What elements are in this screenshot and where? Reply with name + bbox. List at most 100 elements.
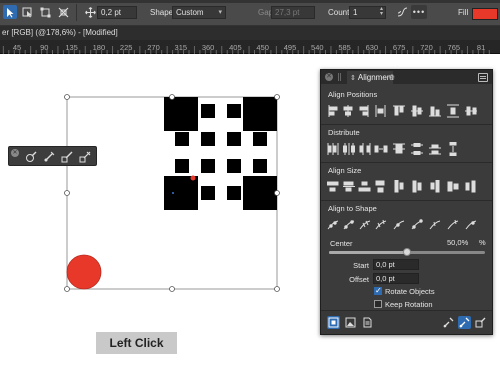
distribute-left-icon xyxy=(327,143,339,155)
shape-label: Shape xyxy=(150,8,174,17)
brush-settings-icon[interactable] xyxy=(442,316,455,329)
align-middle-icon xyxy=(411,105,423,117)
shape-align-3-icon xyxy=(359,220,371,230)
shape-align-1-icon xyxy=(327,220,339,230)
ruler-tick-label: 135 xyxy=(65,43,78,52)
red-circle[interactable] xyxy=(66,254,102,290)
align-to-shape-row xyxy=(327,218,487,232)
checker-pattern[interactable] xyxy=(164,97,277,210)
ruler-tick-label: 315 xyxy=(174,43,188,52)
ruler-tick-label: 270 xyxy=(147,43,160,52)
size-height-alt-icon xyxy=(465,180,476,193)
anchor-point xyxy=(172,192,174,194)
alignment-tab-icon: ⇕ xyxy=(350,74,356,82)
fill-mode-icon[interactable] xyxy=(458,316,471,329)
align-size-title: Align Size xyxy=(328,166,362,175)
transform-tool-icon[interactable] xyxy=(38,5,52,19)
shape-align-4-icon xyxy=(375,219,387,230)
gear-icon[interactable]: ⚙ xyxy=(388,73,395,82)
document-tab-bar: er [RGB] (@178,6%) - [Modified] xyxy=(0,26,500,40)
keep-rotation-label: Keep Rotation xyxy=(385,300,433,309)
offset-field[interactable]: 0,0 pt xyxy=(373,273,419,284)
move-icon xyxy=(83,5,97,19)
horizontal-ruler: 45 90 135 180 225 270 315 360 405 450 495 540 585 630… xyxy=(0,40,500,54)
ruler-tick-label: 585 xyxy=(338,43,351,52)
more-icon: ••• xyxy=(412,7,426,17)
center-value-field[interactable]: 50,0% xyxy=(445,238,481,249)
size-height-both-icon xyxy=(447,181,459,192)
top-strip xyxy=(0,0,500,3)
paint-icon[interactable] xyxy=(42,150,55,163)
document-icon[interactable] xyxy=(361,316,374,329)
align-mode-icon[interactable] xyxy=(327,316,340,329)
align-vspace-icon xyxy=(447,104,459,118)
distribute-center-icon xyxy=(343,143,355,155)
center-slider-thumb[interactable] xyxy=(403,248,411,256)
node-tool-icon[interactable] xyxy=(20,5,34,19)
shape-align-2-icon xyxy=(343,220,355,230)
align-positions-title: Align Positions xyxy=(328,90,378,99)
align-right-icon xyxy=(359,105,369,117)
pointer-tool-icon[interactable] xyxy=(3,5,17,19)
chevron-down-icon: ▾ xyxy=(218,9,222,16)
distribute-title: Distribute xyxy=(328,128,360,137)
distribute-vspace-icon xyxy=(449,142,457,156)
count-value: 1 xyxy=(353,8,358,17)
distribute-right-icon xyxy=(359,143,371,155)
grid-tool-icon[interactable] xyxy=(56,5,70,19)
ruler-tick-label: 450 xyxy=(256,43,269,52)
ruler-tick-label: 405 xyxy=(229,43,242,52)
align-bottom-icon xyxy=(429,106,441,117)
align-size-row xyxy=(327,180,487,194)
count-label: Count xyxy=(328,8,350,17)
close-icon[interactable]: ✕ xyxy=(325,73,333,81)
size-height-max-icon xyxy=(394,180,404,193)
size-height-avg-icon xyxy=(412,180,422,193)
rotate-objects-label: Rotate Objects xyxy=(385,287,435,296)
panel-grip-icon xyxy=(338,73,341,81)
gap-field[interactable]: 27,3 pt xyxy=(271,6,315,19)
panel-menu-icon[interactable] xyxy=(478,73,488,82)
shape-align-9-icon xyxy=(465,220,477,230)
distribute-middle-icon xyxy=(411,143,423,155)
tab-alignment[interactable]: ⇕ Alignment xyxy=(347,71,393,84)
toolbar-separator xyxy=(76,4,77,21)
count-field[interactable]: 1 ▴ ▾ xyxy=(349,6,386,19)
context-toolbar: 0,2 pt Shape Custom ▾ Gap 27,3 pt Count … xyxy=(0,0,500,26)
ruler-tick-label: 675 xyxy=(392,43,406,52)
align-top-icon xyxy=(393,105,405,116)
shape-select[interactable]: Custom ▾ xyxy=(172,6,226,19)
ruler-tick-label: 630 xyxy=(365,43,379,52)
stroke-mode-icon[interactable] xyxy=(474,316,487,329)
shape-align-7-icon xyxy=(429,220,441,230)
reverse-icon[interactable] xyxy=(395,5,409,19)
stroke-width-field[interactable]: 0,2 pt xyxy=(97,6,137,19)
distribute-hspace-icon xyxy=(374,145,388,153)
center-unit: % xyxy=(479,238,486,247)
brush-icon[interactable] xyxy=(24,150,37,163)
image-icon[interactable] xyxy=(344,316,357,329)
align-left-icon xyxy=(328,105,338,117)
rotation-handle[interactable] xyxy=(190,175,196,181)
document-tab-title[interactable]: er [RGB] (@178,6%) - [Modified] xyxy=(0,28,118,37)
size-width-max-icon xyxy=(327,181,339,192)
align-ends-icon xyxy=(465,106,477,116)
keep-rotation-checkbox[interactable] xyxy=(374,300,382,308)
ruler-tick-label: 180 xyxy=(92,43,106,52)
fill-color-swatch[interactable] xyxy=(472,8,498,20)
size-width-min-icon xyxy=(358,181,371,192)
rotate-objects-checkbox[interactable] xyxy=(374,286,382,295)
shape-value: Custom xyxy=(176,8,204,17)
eraser-icon[interactable] xyxy=(78,150,91,163)
start-field[interactable]: 0,0 pt xyxy=(373,259,419,270)
distribute-bottom-icon xyxy=(429,144,441,155)
shape-align-6-icon xyxy=(411,219,423,230)
edit-brush-icon[interactable] xyxy=(60,150,73,163)
ruler-tick-label: 45 xyxy=(12,43,22,52)
alignment-panel: ✕ ⇕ Alignment ⚙ Align Positions Distribu… xyxy=(320,69,493,335)
close-icon[interactable]: ✕ xyxy=(11,149,19,157)
contextual-mini-toolbar: ✕ xyxy=(8,146,97,166)
size-width-both-icon xyxy=(375,180,385,193)
more-options-button[interactable]: ••• xyxy=(411,5,427,19)
ruler-tick-label: 90 xyxy=(40,43,49,52)
